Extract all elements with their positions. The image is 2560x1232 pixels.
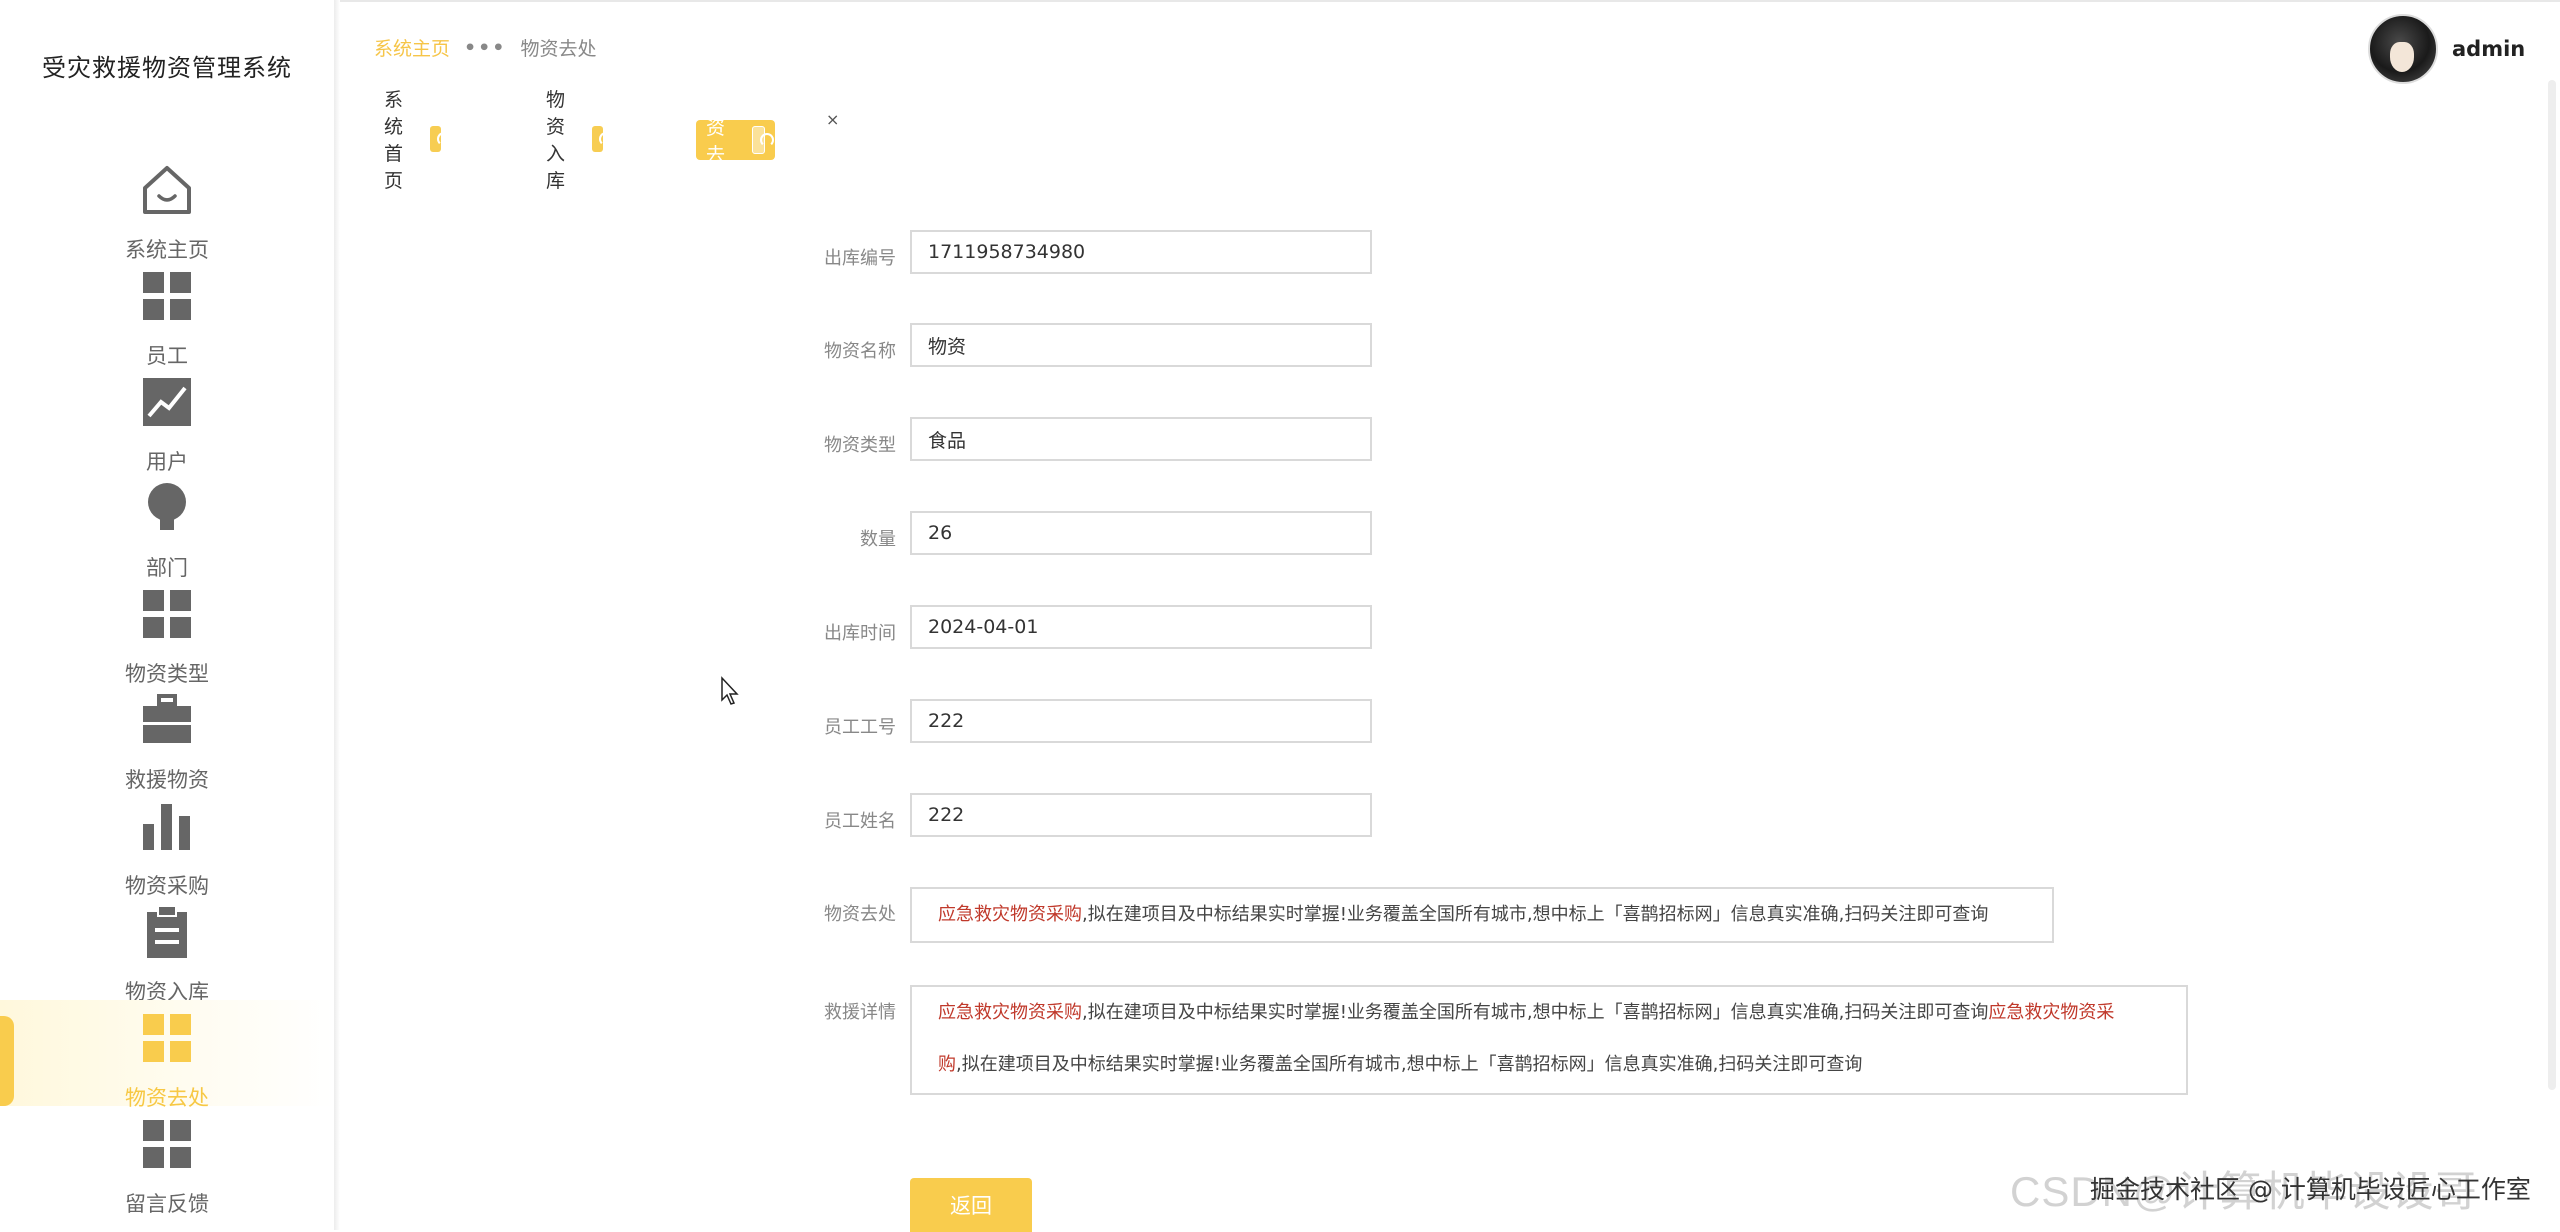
sidebar-item-home[interactable]: 系统主页 bbox=[0, 152, 334, 262]
briefcase-icon bbox=[143, 694, 191, 743]
bulb-icon bbox=[148, 483, 186, 530]
mouse-cursor-icon bbox=[721, 676, 739, 705]
details-text: ,拟在建项目及中标结果实时掌握!业务覆盖全国所有城市,想中标上「喜鹊招标网」信息… bbox=[1082, 1002, 1989, 1023]
material-type-field[interactable]: 食品 bbox=[910, 417, 1372, 461]
field-label: 出库编号 bbox=[824, 248, 896, 269]
destination-link[interactable]: 应急救灾物资采购 bbox=[938, 904, 1082, 925]
details-link[interactable]: 应急救灾物资采购 bbox=[938, 1002, 1082, 1023]
sidebar-item-feedback[interactable]: 留言反馈 bbox=[0, 1106, 334, 1216]
field-label: 员工工号 bbox=[824, 717, 896, 738]
tab-material-destination[interactable]: 物资去处 × bbox=[696, 90, 1165, 193]
employee-id-field[interactable]: 222 bbox=[910, 699, 1372, 743]
tab-label: 物资去处 bbox=[706, 90, 726, 193]
watermark-sub: 掘金技术社区 @ 计算机毕设匠心工作室 bbox=[2090, 1175, 2531, 1204]
grid-icon bbox=[143, 1120, 191, 1168]
sidebar-item-stock-in[interactable]: 物资入库 bbox=[0, 894, 334, 1004]
clipboard-icon bbox=[147, 905, 187, 958]
details-line-2: 购,拟在建项目及中标结果实时掌握!业务覆盖全国所有城市,想中标上「喜鹊招标网」信… bbox=[938, 1039, 2160, 1091]
tab-label: 系统首页 bbox=[384, 89, 404, 192]
destination-text: ,拟在建项目及中标结果实时掌握!业务覆盖全国所有城市,想中标上「喜鹊招标网」信息… bbox=[1082, 904, 1989, 925]
sidebar-divider bbox=[334, 0, 340, 1230]
field-label: 物资名称 bbox=[824, 341, 896, 362]
field-label: 员工姓名 bbox=[824, 811, 896, 832]
breadcrumb: 系统主页 ••• 物资去处 bbox=[374, 34, 596, 61]
top-divider bbox=[340, 0, 2560, 2]
avatar[interactable] bbox=[2368, 14, 2438, 84]
employee-name-field[interactable]: 222 bbox=[910, 793, 1372, 837]
close-icon[interactable]: × bbox=[1152, 114, 1165, 133]
username[interactable]: admin bbox=[2452, 37, 2525, 61]
grid-icon bbox=[143, 272, 191, 320]
details-field[interactable]: 应急救灾物资采购,拟在建项目及中标结果实时掌握!业务覆盖全国所有城市,想中标上「… bbox=[910, 985, 2188, 1095]
sidebar-item-department[interactable]: 部门 bbox=[0, 470, 334, 580]
scrollbar[interactable] bbox=[2548, 80, 2556, 1090]
close-icon[interactable]: × bbox=[826, 110, 839, 129]
sidebar-item-relief-material[interactable]: 救援物资 bbox=[0, 682, 334, 792]
chart-line-icon bbox=[143, 378, 191, 426]
sidebar-item-purchase[interactable]: 物资采购 bbox=[0, 788, 334, 898]
refresh-icon[interactable] bbox=[751, 126, 775, 154]
bar-chart-icon bbox=[143, 804, 190, 850]
grid-icon bbox=[143, 1014, 191, 1062]
tab-label: 物资入库 bbox=[546, 89, 566, 192]
details-link[interactable]: 应急救灾物资采 bbox=[1988, 1002, 2114, 1023]
breadcrumb-home-link[interactable]: 系统主页 bbox=[374, 34, 450, 61]
app-title: 受灾救援物资管理系统 bbox=[42, 54, 292, 82]
details-text: ,拟在建项目及中标结果实时掌握!业务覆盖全国所有城市,想中标上「喜鹊招标网」信息… bbox=[956, 1054, 1863, 1075]
outbound-time-field[interactable]: 2024-04-01 bbox=[910, 605, 1372, 649]
material-name-field[interactable]: 物资 bbox=[910, 323, 1372, 367]
grid-icon bbox=[143, 590, 191, 638]
sidebar-item-user[interactable]: 用户 bbox=[0, 364, 334, 474]
sidebar-item-label: 留言反馈 bbox=[125, 1192, 209, 1216]
user-menu[interactable]: admin bbox=[2368, 14, 2525, 84]
field-label: 物资去处 bbox=[824, 904, 896, 925]
sidebar-item-employee[interactable]: 员工 bbox=[0, 258, 334, 368]
field-label: 出库时间 bbox=[824, 623, 896, 644]
field-label: 救援详情 bbox=[824, 1002, 896, 1023]
field-label: 物资类型 bbox=[824, 435, 896, 456]
destination-field[interactable]: 应急救灾物资采购,拟在建项目及中标结果实时掌握!业务覆盖全国所有城市,想中标上「… bbox=[910, 887, 2054, 943]
details-link[interactable]: 购 bbox=[938, 1054, 956, 1075]
details-line-1: 应急救灾物资采购,拟在建项目及中标结果实时掌握!业务覆盖全国所有城市,想中标上「… bbox=[938, 987, 2160, 1039]
refresh-icon[interactable] bbox=[429, 126, 452, 152]
quantity-field[interactable]: 26 bbox=[910, 511, 1372, 555]
sidebar: 受灾救援物资管理系统 系统主页 员工 用户 部门 物资类型 救援物资 物资采购 … bbox=[0, 0, 334, 1230]
breadcrumb-current: 物资去处 bbox=[520, 38, 597, 60]
refresh-icon[interactable] bbox=[591, 126, 614, 152]
field-label: 数量 bbox=[860, 529, 896, 550]
sidebar-item-material-destination[interactable]: 物资去处 bbox=[0, 1000, 334, 1110]
home-icon bbox=[143, 166, 191, 214]
tab-stock-in[interactable]: 物资入库 × bbox=[536, 89, 839, 192]
tab-system-home[interactable]: 系统首页 bbox=[374, 89, 452, 192]
sidebar-item-material-type[interactable]: 物资类型 bbox=[0, 576, 334, 686]
breadcrumb-separator: ••• bbox=[464, 36, 507, 59]
outbound-no-field[interactable]: 1711958734980 bbox=[910, 230, 1372, 274]
back-button[interactable]: 返回 bbox=[910, 1178, 1032, 1232]
